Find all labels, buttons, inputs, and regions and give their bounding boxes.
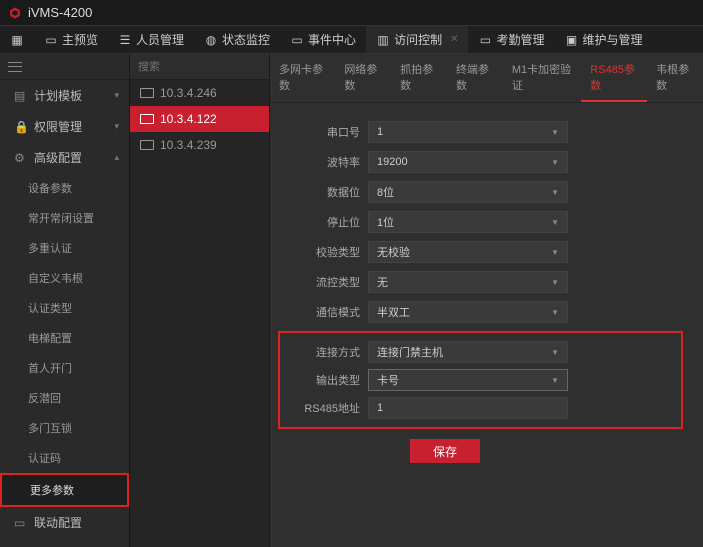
serial-label: 串口号 bbox=[290, 124, 368, 140]
tab-terminal[interactable]: 终端参数 bbox=[447, 54, 503, 102]
caret-down-icon: ▼ bbox=[551, 278, 559, 287]
tab-m1card[interactable]: M1卡加密验证 bbox=[503, 54, 581, 102]
nav-preview[interactable]: ▭主预览 bbox=[34, 26, 108, 53]
tab-rs485[interactable]: RS485参数 bbox=[581, 54, 647, 102]
comm-label: 通信模式 bbox=[290, 304, 368, 320]
caret-down-icon: ▼ bbox=[551, 158, 559, 167]
link-icon: ▭ bbox=[14, 516, 28, 530]
main: ▤计划模板▾ 🔒权限管理▾ ⚙高级配置▴ 设备参数 常开常闭设置 多重认证 自定… bbox=[0, 54, 703, 547]
nav-person[interactable]: ☰人员管理 bbox=[108, 26, 194, 53]
tab-network[interactable]: 网络参数 bbox=[335, 54, 391, 102]
baud-label: 波特率 bbox=[290, 154, 368, 170]
person-icon: ☰ bbox=[118, 33, 132, 47]
sidebar: ▤计划模板▾ 🔒权限管理▾ ⚙高级配置▴ 设备参数 常开常闭设置 多重认证 自定… bbox=[0, 54, 130, 547]
sidebar-item-linkage[interactable]: ▭联动配置 bbox=[0, 507, 129, 538]
serial-select[interactable]: 1▼ bbox=[368, 121, 568, 143]
caret-down-icon: ▼ bbox=[551, 128, 559, 137]
sidebar-item-multiauth[interactable]: 多重认证 bbox=[0, 233, 129, 263]
status-icon: ◍ bbox=[204, 33, 218, 47]
flow-label: 流控类型 bbox=[290, 274, 368, 290]
addr-input[interactable] bbox=[368, 397, 568, 419]
sidebar-item-device-params[interactable]: 设备参数 bbox=[0, 173, 129, 203]
maintain-icon: ▣ bbox=[564, 33, 578, 47]
search-input[interactable] bbox=[138, 61, 280, 73]
sidebar-item-wiegand[interactable]: 自定义韦根 bbox=[0, 263, 129, 293]
sidebar-item-authcode[interactable]: 认证码 bbox=[0, 443, 129, 473]
sidebar-item-firstperson[interactable]: 首人开门 bbox=[0, 353, 129, 383]
databit-select[interactable]: 8位▼ bbox=[368, 181, 568, 203]
event-icon: ▭ bbox=[290, 33, 304, 47]
caret-down-icon: ▼ bbox=[551, 218, 559, 227]
tab-wiegand[interactable]: 韦根参数 bbox=[647, 54, 703, 102]
device-item[interactable]: 10.3.4.246 bbox=[130, 80, 269, 106]
caret-down-icon: ▼ bbox=[551, 308, 559, 317]
sidebar-item-template[interactable]: ▤计划模板▾ bbox=[0, 80, 129, 111]
caret-down-icon: ▼ bbox=[551, 188, 559, 197]
baud-select[interactable]: 19200▼ bbox=[368, 151, 568, 173]
device-icon bbox=[140, 114, 154, 124]
stopbit-label: 停止位 bbox=[290, 214, 368, 230]
chevron-down-icon: ▾ bbox=[114, 90, 119, 101]
menu-icon bbox=[8, 62, 22, 72]
nav-grid[interactable]: ▦ bbox=[0, 26, 34, 53]
parity-label: 校验类型 bbox=[290, 244, 368, 260]
sidebar-item-antipassback[interactable]: 反潜回 bbox=[0, 383, 129, 413]
lock-icon: 🔒 bbox=[14, 120, 28, 134]
nav-event[interactable]: ▭事件中心 bbox=[280, 26, 366, 53]
save-button[interactable]: 保存 bbox=[410, 439, 480, 463]
sidebar-item-more-params[interactable]: 更多参数 bbox=[0, 473, 129, 507]
gear-icon: ⚙ bbox=[14, 151, 28, 165]
tab-capture[interactable]: 抓拍参数 bbox=[391, 54, 447, 102]
caret-down-icon: ▼ bbox=[551, 348, 559, 357]
comm-select[interactable]: 半双工▼ bbox=[368, 301, 568, 323]
sidebar-item-authtype[interactable]: 认证类型 bbox=[0, 293, 129, 323]
device-item[interactable]: 10.3.4.239 bbox=[130, 132, 269, 158]
app-logo-icon bbox=[8, 6, 22, 20]
device-icon bbox=[140, 140, 154, 150]
caret-down-icon: ▼ bbox=[551, 248, 559, 257]
nav-status[interactable]: ◍状态监控 bbox=[194, 26, 280, 53]
tab-bar: 多网卡参数 网络参数 抓拍参数 终端参数 M1卡加密验证 RS485参数 韦根参… bbox=[270, 54, 703, 103]
conn-label: 连接方式 bbox=[290, 344, 368, 360]
device-item[interactable]: 10.3.4.122 bbox=[130, 106, 269, 132]
monitor-icon: ▭ bbox=[44, 33, 58, 47]
out-label: 输出类型 bbox=[290, 372, 368, 388]
highlight-group: 连接方式连接门禁主机▼ 输出类型卡号▼ RS485地址 bbox=[278, 331, 683, 429]
search-box: ⌕ bbox=[130, 54, 269, 80]
chevron-down-icon: ▾ bbox=[114, 121, 119, 132]
calendar-icon: ▤ bbox=[14, 89, 28, 103]
caret-down-icon: ▼ bbox=[551, 376, 559, 385]
nav-maintain[interactable]: ▣维护与管理 bbox=[554, 26, 652, 53]
title-bar: iVMS-4200 bbox=[0, 0, 703, 26]
top-nav: ▦ ▭主预览 ☰人员管理 ◍状态监控 ▭事件中心 ▥访问控制✕ ▭考勤管理 ▣维… bbox=[0, 26, 703, 54]
device-list: ⌕ 10.3.4.246 10.3.4.122 10.3.4.239 bbox=[130, 54, 270, 547]
flow-select[interactable]: 无▼ bbox=[368, 271, 568, 293]
content: 多网卡参数 网络参数 抓拍参数 终端参数 M1卡加密验证 RS485参数 韦根参… bbox=[270, 54, 703, 547]
device-icon bbox=[140, 88, 154, 98]
tab-multinic[interactable]: 多网卡参数 bbox=[270, 54, 335, 102]
sidebar-item-intercom[interactable]: ▭可视对讲▾ bbox=[0, 538, 129, 547]
grid-icon: ▦ bbox=[10, 33, 24, 47]
addr-label: RS485地址 bbox=[290, 400, 368, 416]
close-icon[interactable]: ✕ bbox=[450, 34, 458, 45]
out-select[interactable]: 卡号▼ bbox=[368, 369, 568, 391]
attendance-icon: ▭ bbox=[478, 33, 492, 47]
chevron-up-icon: ▴ bbox=[114, 152, 119, 163]
databit-label: 数据位 bbox=[290, 184, 368, 200]
sidebar-item-permission[interactable]: 🔒权限管理▾ bbox=[0, 111, 129, 142]
nav-attendance[interactable]: ▭考勤管理 bbox=[468, 26, 554, 53]
conn-select[interactable]: 连接门禁主机▼ bbox=[368, 341, 568, 363]
sidebar-item-elevator[interactable]: 电梯配置 bbox=[0, 323, 129, 353]
access-icon: ▥ bbox=[376, 33, 390, 47]
sidebar-toggle[interactable] bbox=[0, 54, 129, 80]
sidebar-item-advanced[interactable]: ⚙高级配置▴ bbox=[0, 142, 129, 173]
parity-select[interactable]: 无校验▼ bbox=[368, 241, 568, 263]
app-title: iVMS-4200 bbox=[28, 5, 92, 20]
nav-access[interactable]: ▥访问控制✕ bbox=[366, 26, 468, 53]
rs485-form: 串口号1▼ 波特率19200▼ 数据位8位▼ 停止位1位▼ 校验类型无校验▼ 流… bbox=[270, 103, 703, 481]
stopbit-select[interactable]: 1位▼ bbox=[368, 211, 568, 233]
sidebar-item-interlock[interactable]: 多门互锁 bbox=[0, 413, 129, 443]
sidebar-item-openclose[interactable]: 常开常闭设置 bbox=[0, 203, 129, 233]
